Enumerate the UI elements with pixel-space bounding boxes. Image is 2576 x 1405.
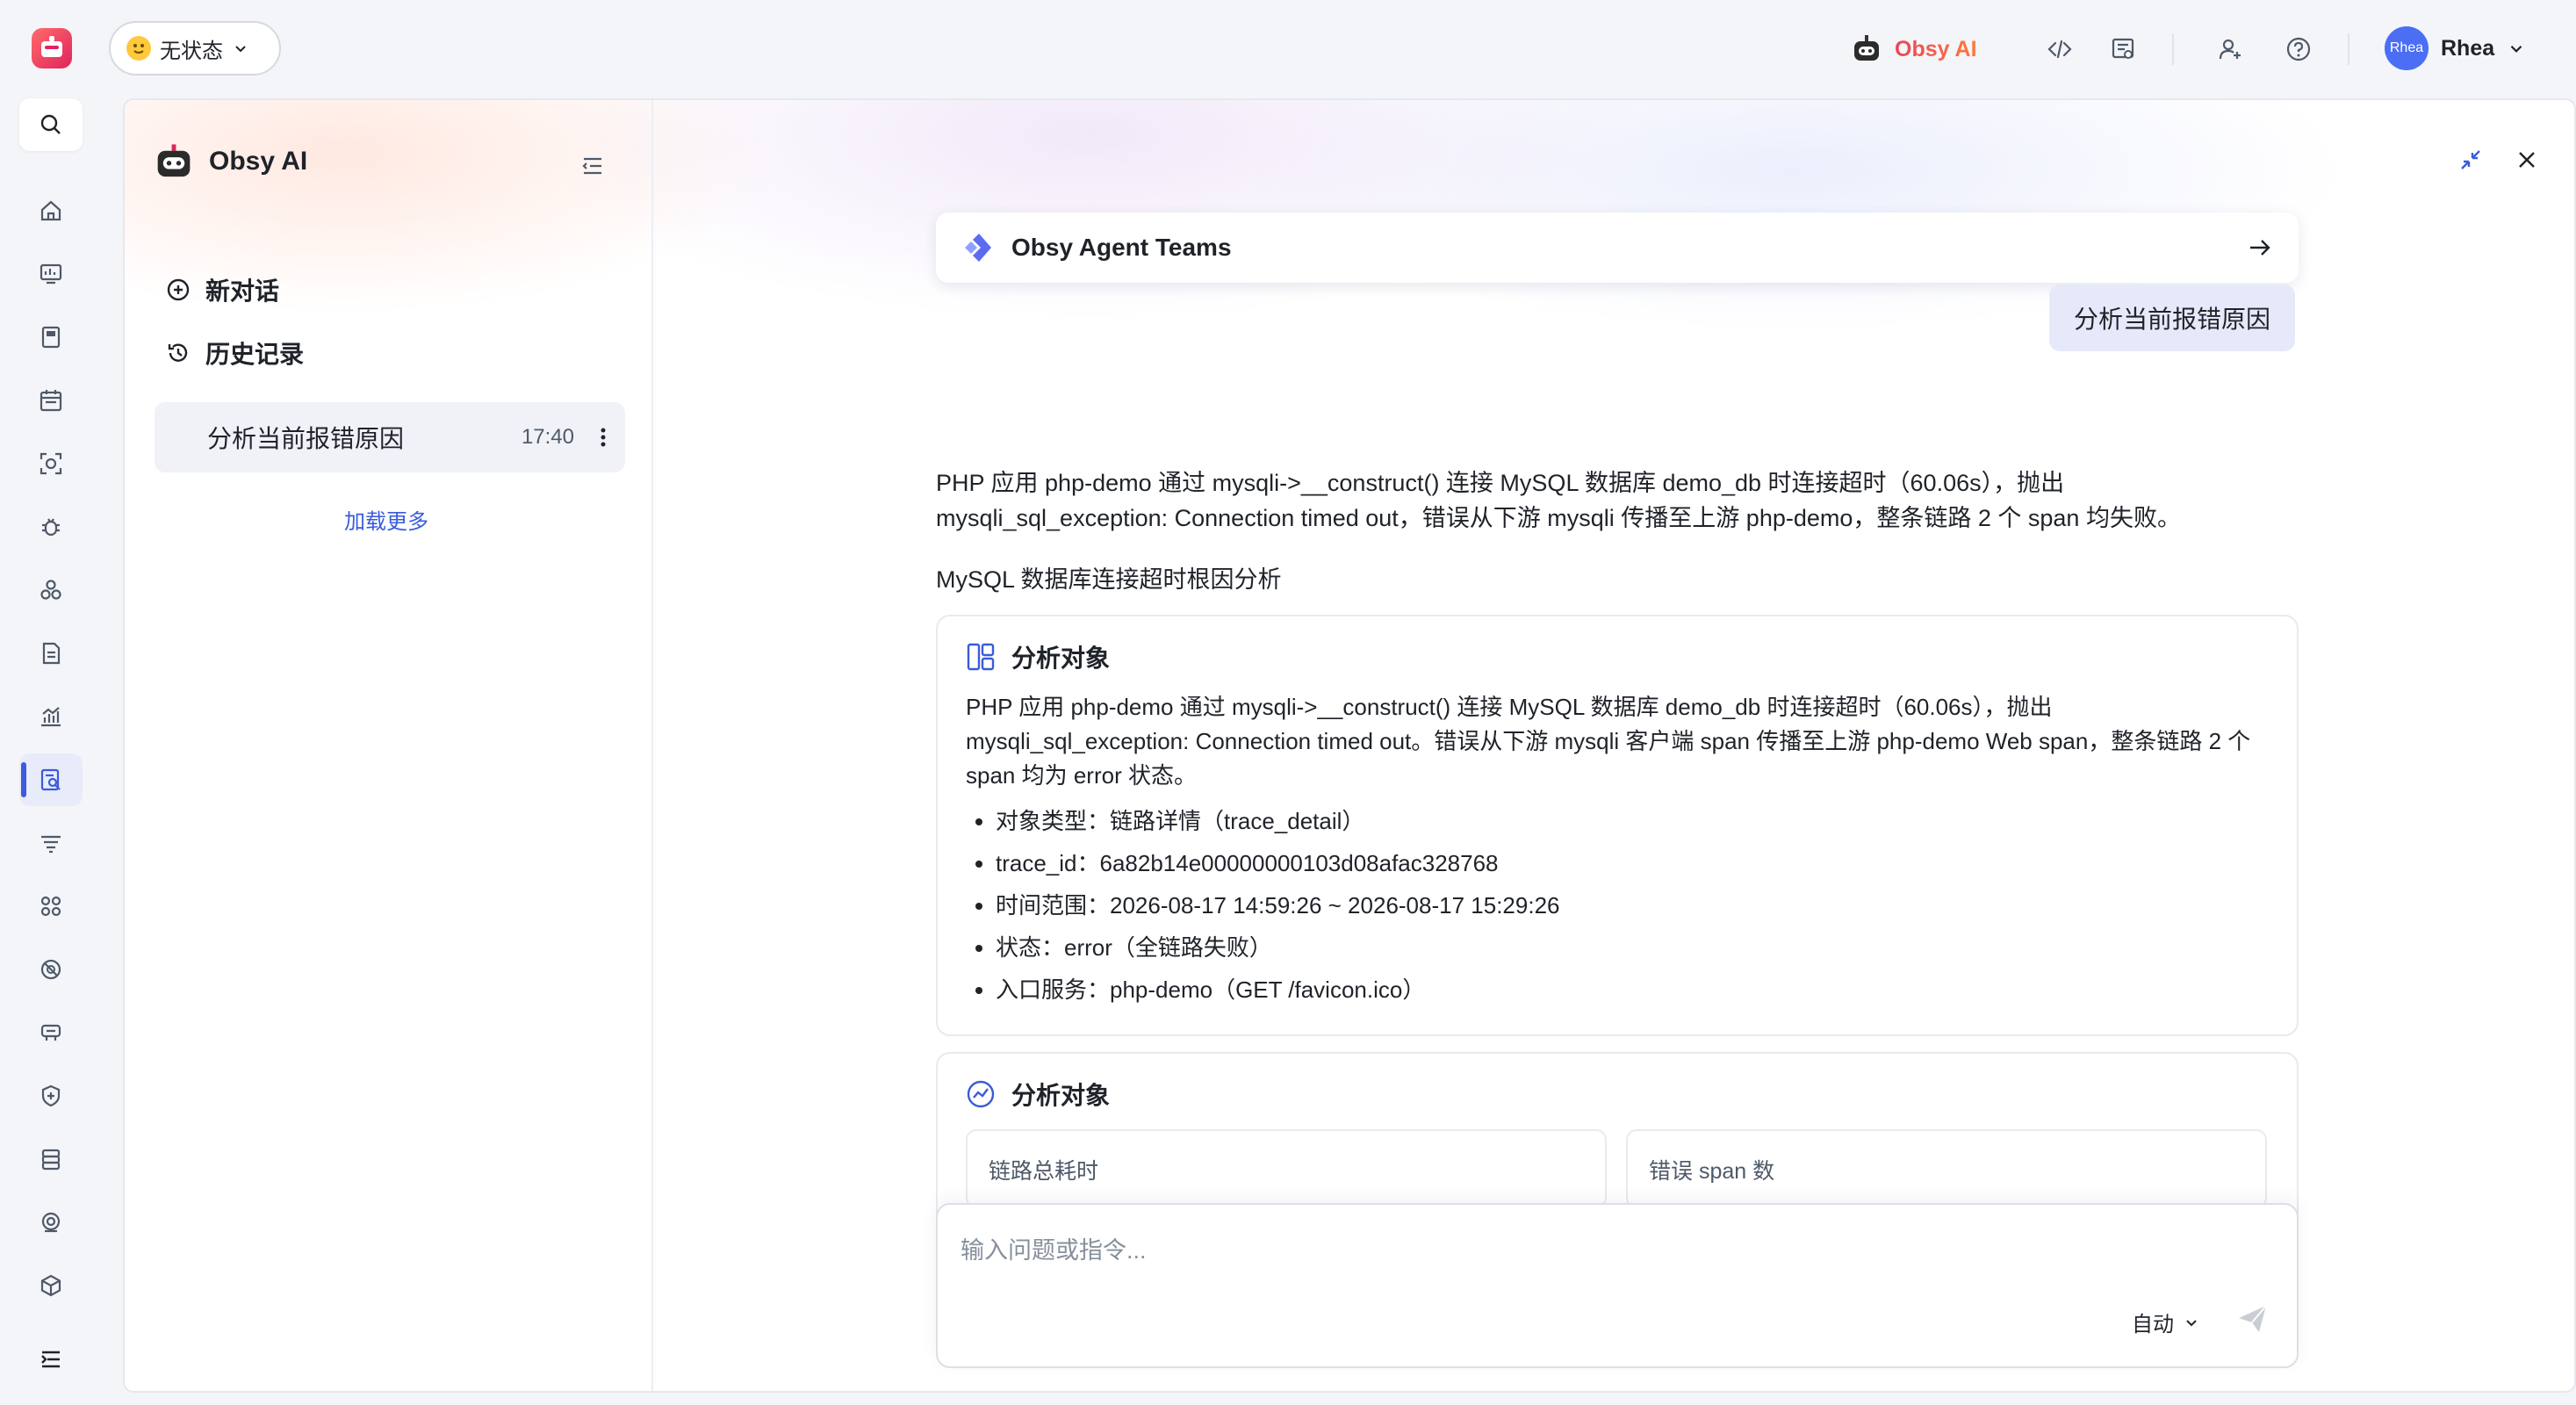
sidebar-title: Obsy AI <box>209 147 308 176</box>
new-chat-button[interactable]: 新对话 <box>165 272 279 307</box>
avatar: Rhea <box>2385 26 2428 70</box>
history-item-title: 分析当前报错原因 <box>207 425 405 452</box>
metrics-icon[interactable] <box>19 690 83 743</box>
minimize-icon[interactable] <box>2453 142 2488 177</box>
chat-input-box[interactable]: 输入问题或指令... 自动 <box>936 1203 2299 1368</box>
list-item: 时间范围：2026-08-17 14:59:26 ~ 2026-08-17 15… <box>996 884 2265 926</box>
brand-label: Obsy AI <box>1895 36 1977 61</box>
agent-teams-card[interactable]: Obsy Agent Teams <box>936 213 2299 283</box>
report-icon[interactable] <box>2102 28 2144 70</box>
search-icon[interactable] <box>19 98 83 151</box>
user-message-bubble: 分析当前报错原因 <box>2049 285 2296 351</box>
add-user-icon[interactable] <box>2209 28 2251 70</box>
left-nav <box>0 98 104 1405</box>
home-icon[interactable] <box>19 184 83 237</box>
metric-error-span-count: 错误 span 数 <box>1626 1129 2267 1208</box>
status-selector[interactable]: 无状态 <box>109 21 281 76</box>
cluster-icon[interactable] <box>19 564 83 616</box>
card-body: PHP 应用 php-demo 通过 mysqli->__construct()… <box>966 690 2265 1011</box>
ban-icon[interactable] <box>19 943 83 996</box>
log-icon[interactable] <box>19 627 83 680</box>
chevron-down-icon <box>2510 46 2522 53</box>
code-icon[interactable] <box>2039 28 2081 70</box>
new-chat-label: 新对话 <box>205 277 280 305</box>
load-more-link[interactable]: 加载更多 <box>344 504 428 535</box>
status-emoji-icon <box>126 36 151 61</box>
history-button[interactable]: 历史记录 <box>165 335 304 371</box>
card-header: 分析对象 <box>966 639 1110 674</box>
history-label: 历史记录 <box>205 341 305 368</box>
agent-teams-title: Obsy Agent Teams <box>1011 234 1232 261</box>
filter-icon[interactable] <box>19 817 83 869</box>
ai-panel: Obsy AI 新对话 历史记录 分析当前报错原因 17:40 加载更多 Obs… <box>123 98 2576 1393</box>
history-icon <box>168 343 188 362</box>
answer-summary: PHP 应用 php-demo 通过 mysqli->__construct()… <box>936 465 2306 536</box>
layout-icon <box>967 643 995 671</box>
section-title: MySQL 数据库连接超时根因分析 <box>936 566 1282 593</box>
metric-total-duration: 链路总耗时 <box>966 1129 1607 1208</box>
bug-icon[interactable] <box>19 501 83 553</box>
detail-list: 对象类型：链路详情（trace_detail） trace_id：6a82b14… <box>966 800 2265 1011</box>
analysis-object-card: 分析对象 PHP 应用 php-demo 通过 mysqli->__constr… <box>936 615 2299 1036</box>
obsy-ai-button[interactable]: Obsy AI <box>1851 26 1977 72</box>
divider <box>2172 33 2174 65</box>
close-icon[interactable] <box>2509 142 2544 177</box>
card-header: 分析对象 <box>966 1077 1110 1112</box>
arrow-right-icon <box>2250 240 2270 256</box>
calendar-icon[interactable] <box>19 374 83 427</box>
list-item: 入口服务：php-demo（GET /favicon.ico） <box>996 969 2265 1011</box>
app-logo[interactable] <box>32 28 72 68</box>
divider <box>2348 33 2349 65</box>
notebook-icon[interactable] <box>19 311 83 364</box>
history-item-time: 17:40 <box>521 425 574 449</box>
list-item: 对象类型：链路详情（trace_detail） <box>996 800 2265 842</box>
more-vertical-icon[interactable] <box>599 424 608 450</box>
top-bar: 无状态 Obsy AI Rhea Rhea <box>0 0 2576 98</box>
user-menu[interactable]: Rhea Rhea <box>2385 26 2526 70</box>
mode-label: 自动 <box>2132 1313 2174 1337</box>
collapse-sidebar-icon[interactable] <box>579 153 606 179</box>
expand-menu-icon[interactable] <box>19 1333 83 1386</box>
mode-selector[interactable]: 自动 <box>2132 1307 2200 1337</box>
chat-input-placeholder[interactable]: 输入问题或指令... <box>961 1231 1147 1265</box>
analytics-icon <box>967 1080 995 1108</box>
robot-icon <box>155 144 193 179</box>
network-icon[interactable] <box>19 1006 83 1059</box>
card-title: 分析对象 <box>1011 1082 1111 1109</box>
answer-line: mysqli_sql_exception: Connection timed o… <box>936 505 2181 531</box>
agent-teams-icon <box>965 234 991 262</box>
send-icon <box>2239 1305 2267 1332</box>
chevron-down-icon <box>235 46 246 53</box>
status-label: 无状态 <box>160 39 223 63</box>
answer-line: PHP 应用 php-demo 通过 mysqli->__construct()… <box>936 470 2065 496</box>
plus-circle-icon <box>167 278 190 301</box>
list-item: 状态：error（全链路失败） <box>996 926 2265 969</box>
trace-analysis-icon[interactable] <box>19 753 83 806</box>
sidebar-header: Obsy AI <box>155 144 307 179</box>
security-icon[interactable] <box>19 1070 83 1122</box>
card-description: PHP 应用 php-demo 通过 mysqli->__construct()… <box>966 694 2251 789</box>
apps-icon[interactable] <box>19 880 83 933</box>
card-title: 分析对象 <box>1011 645 1111 672</box>
cube-icon[interactable] <box>19 1259 83 1312</box>
analysis-metrics-card: 分析对象 链路总耗时 错误 span 数 <box>936 1052 2299 1228</box>
monitor-icon[interactable] <box>19 1196 83 1249</box>
user-name: Rhea <box>2441 35 2495 61</box>
database-icon[interactable] <box>19 1133 83 1185</box>
history-list-item[interactable]: 分析当前报错原因 17:40 <box>155 402 625 472</box>
help-icon[interactable] <box>2277 28 2320 70</box>
list-item: trace_id：6a82b14e00000000103d08afac32876… <box>996 842 2265 884</box>
scan-icon[interactable] <box>19 437 83 490</box>
chevron-down-icon <box>2186 1319 2197 1326</box>
send-button[interactable] <box>2235 1301 2270 1337</box>
chat-sidebar: Obsy AI 新对话 历史记录 分析当前报错原因 17:40 加载更多 <box>125 100 653 1391</box>
robot-icon <box>1854 35 1879 61</box>
dashboard-icon[interactable] <box>19 248 83 300</box>
